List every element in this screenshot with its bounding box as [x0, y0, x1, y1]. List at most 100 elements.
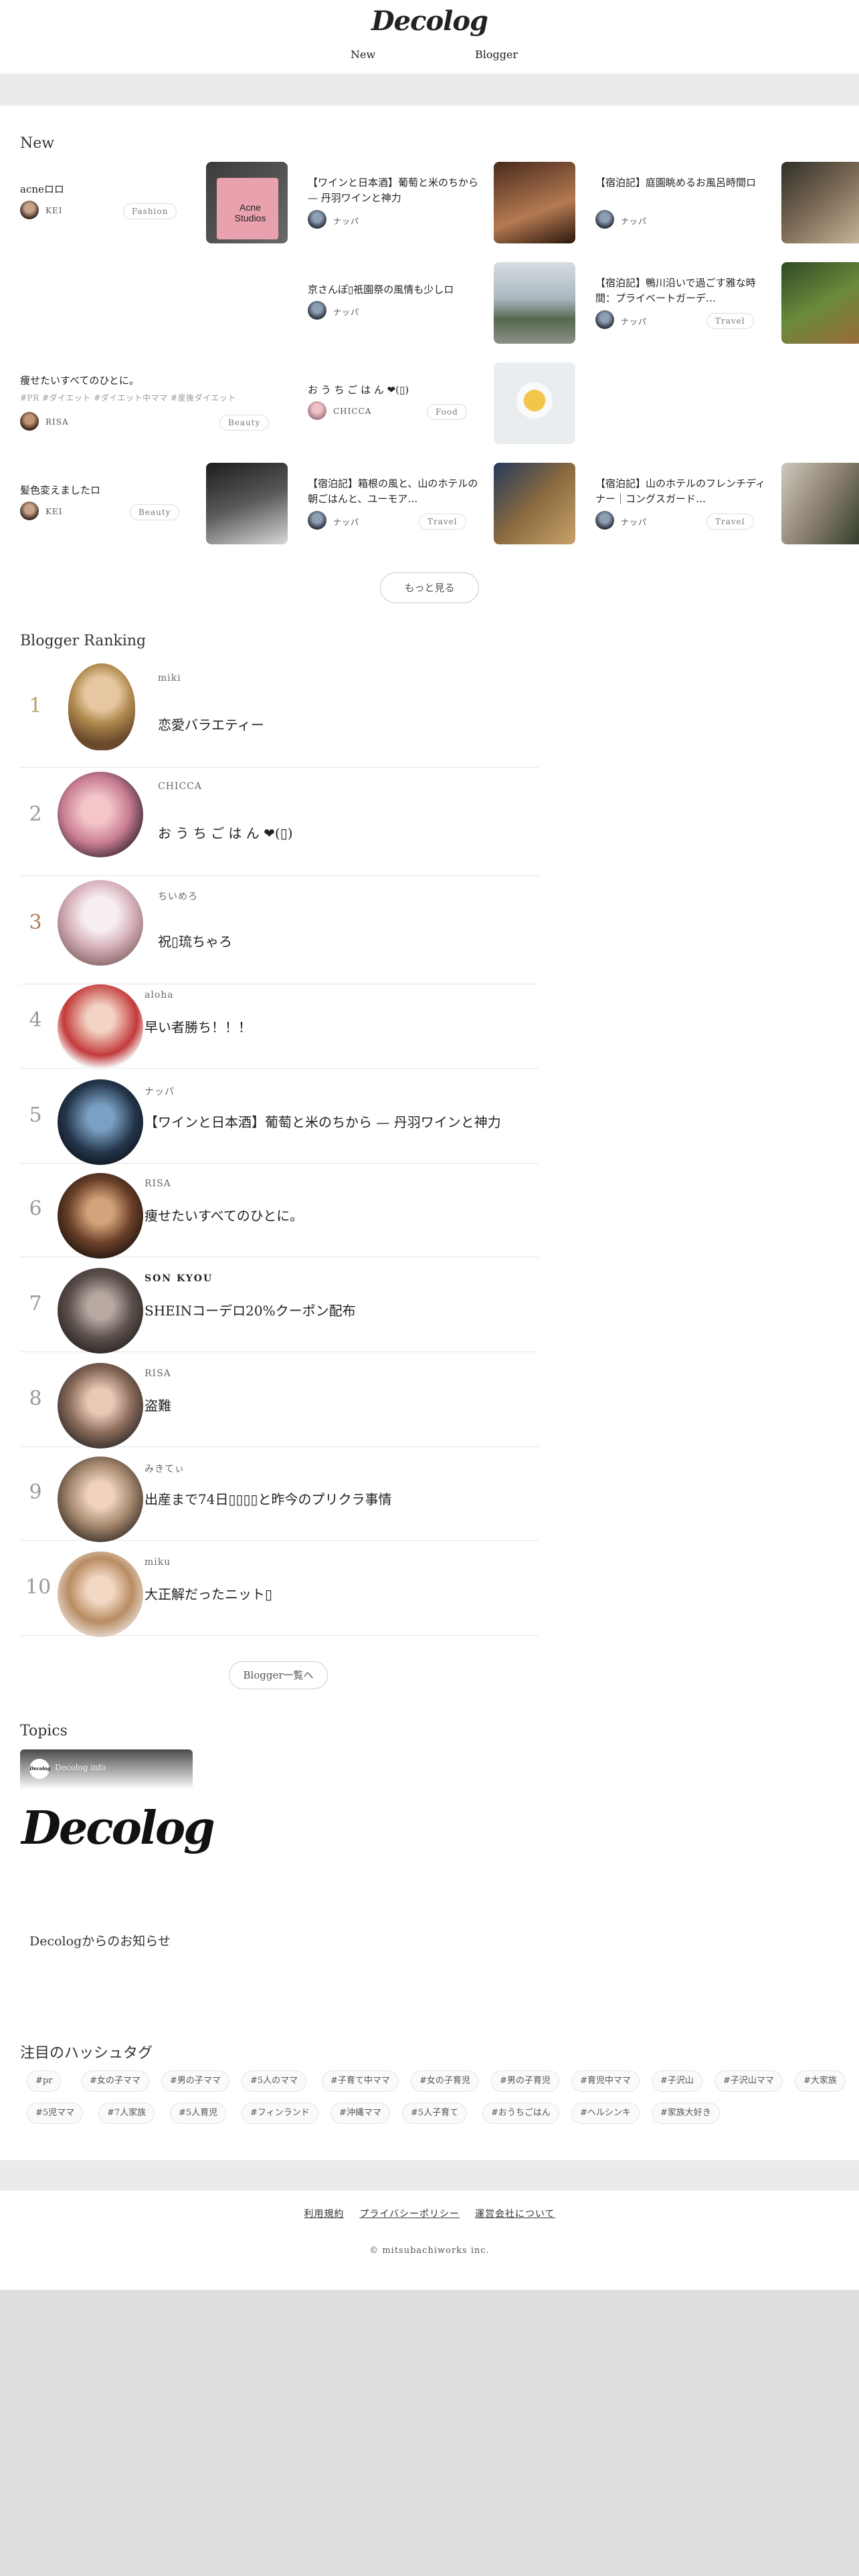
topics-caption[interactable]: Decologからのお知らせ: [29, 1931, 182, 1951]
blogger-name[interactable]: miki: [158, 673, 181, 683]
author-avatar[interactable]: [308, 511, 326, 530]
blogger-avatar[interactable]: [68, 663, 135, 750]
blogger-avatar[interactable]: [58, 1173, 143, 1259]
hashtag-chip[interactable]: #沖縄ママ: [330, 2103, 390, 2124]
article-thumbnail[interactable]: [781, 463, 859, 544]
ranking-row[interactable]: 1 miki 恋愛バラエティー: [20, 661, 539, 768]
article-thumbnail[interactable]: [494, 463, 575, 544]
author-avatar[interactable]: [595, 310, 614, 329]
hashtag-chip[interactable]: #子沢山ママ: [714, 2070, 783, 2092]
category-pill[interactable]: Beauty: [130, 504, 180, 520]
article-card[interactable]: 【宿泊記】鴨川沿いで過ごす雅な時間：プライベートガーデ… ナッパ Travel: [595, 262, 859, 344]
article-card[interactable]: 【ワインと日本酒】葡萄と米のちから — 丹羽ワインと神力 ナッパ: [308, 162, 575, 243]
hashtag-chip[interactable]: #大家族: [795, 2070, 846, 2092]
blogger-latest-post-title[interactable]: 大正解だったニット▯: [145, 1584, 272, 1603]
author-avatar[interactable]: [20, 502, 39, 520]
hashtag-chip[interactable]: #女の子育児: [411, 2070, 479, 2092]
author-name[interactable]: ナッパ: [333, 516, 359, 528]
author-avatar[interactable]: [308, 401, 326, 420]
article-title[interactable]: 痩せたいすべてのひとに。: [20, 373, 288, 389]
hashtag-chip[interactable]: #ヘルシンキ: [571, 2103, 640, 2124]
article-thumbnail[interactable]: [494, 262, 575, 344]
blogger-latest-post-title[interactable]: 盗難: [145, 1395, 171, 1414]
more-button[interactable]: もっと見る: [380, 572, 479, 603]
blogger-avatar[interactable]: [58, 1268, 143, 1354]
article-thumbnail[interactable]: [781, 262, 859, 344]
blogger-name[interactable]: miku: [145, 1557, 171, 1568]
author-avatar[interactable]: [20, 412, 39, 431]
article-card[interactable]: 痩せたいすべてのひとに。 #PR #ダイエット #ダイエット中ママ #産後ダイエ…: [20, 362, 288, 444]
blogger-avatar[interactable]: [58, 880, 143, 966]
article-title[interactable]: 【ワインと日本酒】葡萄と米のちから — 丹羽ワインと神力: [308, 175, 482, 206]
ranking-row[interactable]: 5 ナッパ 【ワインと日本酒】葡萄と米のちから — 丹羽ワインと神力: [20, 1070, 539, 1165]
ranking-row[interactable]: 4 aloha 早い者勝ち！！！: [20, 975, 539, 1070]
blogger-name[interactable]: CHICCA: [158, 781, 202, 792]
author-name[interactable]: ナッパ: [621, 316, 647, 327]
ranking-row[interactable]: 7 SON KYOU SHEINコーデロ20%クーポン配布: [20, 1259, 539, 1354]
hashtag-chip[interactable]: #おうちごはん: [482, 2103, 559, 2124]
blogger-name[interactable]: aloha: [145, 990, 174, 1000]
topics-badge[interactable]: Decolog Decolog info: [20, 1749, 193, 1790]
ranking-row[interactable]: 6 RISA 痩せたいすべてのひとに。: [20, 1164, 539, 1259]
blogger-avatar[interactable]: [58, 1551, 143, 1637]
site-logo[interactable]: Decolog: [0, 5, 859, 37]
blogger-latest-post-title[interactable]: 祝▯琉ちゃろ: [158, 931, 232, 950]
footer-link-terms[interactable]: 利用規約: [304, 2209, 344, 2220]
blogger-name[interactable]: RISA: [145, 1178, 171, 1189]
hashtag-chip[interactable]: #5児ママ: [27, 2103, 84, 2124]
author-name[interactable]: ナッパ: [621, 516, 647, 528]
hashtag-chip[interactable]: #pr: [27, 2070, 62, 2092]
blogger-latest-post-title[interactable]: 早い者勝ち！！！: [145, 1016, 252, 1036]
author-avatar[interactable]: [308, 301, 326, 320]
article-title[interactable]: お う ち ご は ん ❤(▯): [308, 383, 482, 398]
article-title[interactable]: 【宿泊記】箱根の風と、山のホテルの朝ごはんと、ユーモア…: [308, 476, 482, 507]
category-pill[interactable]: Fashion: [123, 203, 177, 219]
article-title[interactable]: 髪色変えましたロ: [20, 483, 194, 498]
blogger-latest-post-title[interactable]: 痩せたいすべてのひとに。: [145, 1205, 303, 1224]
blogger-avatar[interactable]: [58, 772, 143, 857]
article-card[interactable]: 【宿泊記】庭園眺めるお風呂時間ロ ナッパ: [595, 162, 859, 243]
blogger-latest-post-title[interactable]: SHEINコーデロ20%クーポン配布: [145, 1300, 356, 1319]
blogger-avatar[interactable]: [58, 1079, 143, 1165]
blogger-name[interactable]: みきてぃ: [145, 1462, 185, 1475]
hashtag-chip[interactable]: #男の子育児: [491, 2070, 559, 2092]
article-card[interactable]: お う ち ご は ん ❤(▯) CHICCA Food: [308, 362, 575, 444]
ranking-row[interactable]: 3 ちいめろ 祝▯琉ちゃろ: [20, 877, 539, 984]
hashtag-chip[interactable]: #男の子ママ: [161, 2070, 229, 2092]
hashtag-chip[interactable]: #5人育児: [170, 2103, 227, 2124]
article-card[interactable]: 髪色変えましたロ KEI Beauty: [20, 463, 288, 544]
author-avatar[interactable]: [595, 511, 614, 530]
nav-blogger[interactable]: Blogger: [475, 48, 518, 61]
ranking-row[interactable]: 2 CHICCA お う ち ご は ん ❤(▯): [20, 769, 539, 876]
blogger-list-button[interactable]: Blogger一覧へ: [229, 1661, 328, 1689]
hashtag-chip[interactable]: #子育て中ママ: [322, 2070, 399, 2092]
article-card[interactable]: 【宿泊記】山のホテルのフレンチディナー｜コングスガード… ナッパ Travel: [595, 463, 859, 544]
category-pill[interactable]: Travel: [706, 514, 754, 530]
article-card[interactable]: 【宿泊記】箱根の風と、山のホテルの朝ごはんと、ユーモア… ナッパ Travel: [308, 463, 575, 544]
author-avatar[interactable]: [308, 210, 326, 229]
author-name[interactable]: KEI: [45, 206, 62, 215]
hashtag-chip[interactable]: #5人のママ: [242, 2070, 307, 2092]
hashtag-chip[interactable]: #育児中ママ: [571, 2070, 640, 2092]
category-pill[interactable]: Travel: [419, 514, 466, 530]
hashtag-chip[interactable]: #女の子ママ: [81, 2070, 149, 2092]
author-name[interactable]: CHICCA: [333, 407, 371, 416]
article-thumbnail[interactable]: Acne Studios: [206, 162, 288, 243]
author-avatar[interactable]: [20, 201, 39, 219]
category-pill[interactable]: Beauty: [219, 415, 270, 431]
hashtag-chip[interactable]: #7人家族: [98, 2103, 155, 2124]
author-name[interactable]: ナッパ: [333, 306, 359, 318]
blogger-avatar[interactable]: [58, 984, 143, 1070]
author-name[interactable]: ナッパ: [621, 215, 647, 227]
blogger-latest-post-title[interactable]: 恋愛バラエティー: [158, 714, 264, 734]
ranking-row[interactable]: 9 みきてぃ 出産まで74日▯▯▯▯と昨今のプリクラ事情: [20, 1447, 539, 1542]
blogger-avatar[interactable]: [58, 1457, 143, 1542]
ranking-row[interactable]: 10 miku 大正解だったニット▯: [20, 1542, 539, 1637]
article-title[interactable]: 【宿泊記】庭園眺めるお風呂時間ロ: [595, 175, 769, 191]
article-thumbnail[interactable]: [781, 162, 859, 243]
blogger-name[interactable]: SON KYOU: [145, 1273, 213, 1284]
blogger-name[interactable]: ちいめろ: [158, 889, 198, 903]
article-card[interactable]: 京さんぽ▯祇園祭の風情も少しロ ナッパ: [308, 262, 575, 344]
footer-link-privacy[interactable]: プライバシーポリシー: [359, 2209, 460, 2220]
article-title[interactable]: 【宿泊記】山のホテルのフレンチディナー｜コングスガード…: [595, 476, 769, 507]
